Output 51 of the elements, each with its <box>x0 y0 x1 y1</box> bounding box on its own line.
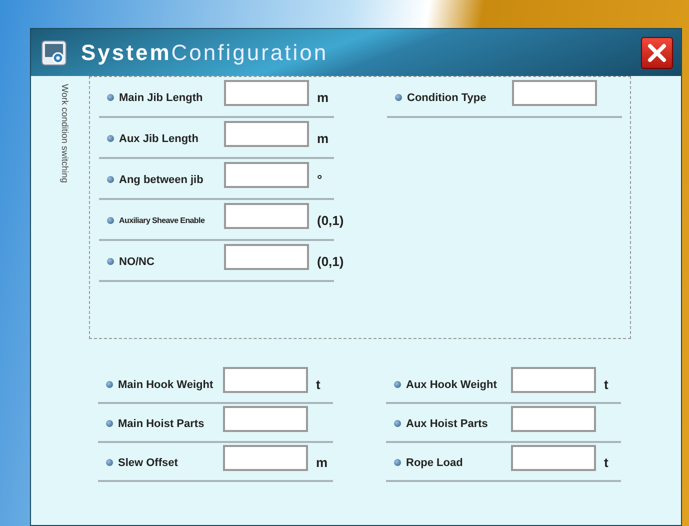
input-field[interactable] <box>224 162 309 188</box>
unit-label: (0,1) <box>317 254 344 269</box>
input-field[interactable] <box>224 120 309 146</box>
field-label: Aux Hook Weight <box>406 378 498 390</box>
close-icon[interactable] <box>646 42 668 64</box>
field-label: Slew Offset <box>118 456 179 468</box>
bullet-icon <box>394 420 401 427</box>
bullet-icon <box>107 94 114 101</box>
input-field[interactable] <box>511 406 596 432</box>
field-label: Main Hoist Parts <box>118 418 206 430</box>
unit-label: ° <box>317 172 322 187</box>
field-label: Condition Type <box>407 92 488 104</box>
group-label: Work condition switching <box>60 84 70 183</box>
bullet-icon <box>107 176 114 183</box>
field-label: Ang between jib <box>119 174 204 186</box>
field-label: Aux Hoist Parts <box>406 418 489 430</box>
close-button[interactable] <box>641 36 673 68</box>
input-field[interactable] <box>224 244 309 270</box>
input-field[interactable] <box>223 406 308 432</box>
bullet-icon <box>395 94 402 101</box>
window-title: Configuration <box>171 40 328 66</box>
unit-label: m <box>317 90 329 105</box>
input-field[interactable] <box>224 202 309 228</box>
input-field[interactable] <box>224 80 309 106</box>
field-label: NO/NC <box>119 256 156 268</box>
window-title: System <box>81 40 172 66</box>
field-label: Main Jib Length <box>119 92 204 104</box>
unit-label: (0,1) <box>317 213 344 228</box>
input-field[interactable] <box>223 366 308 392</box>
field-label: Aux Jib Length <box>119 132 200 144</box>
field-label: Rope Load <box>406 456 464 468</box>
field-label: Main Hook Weight <box>118 378 214 390</box>
unit-label: t <box>316 377 320 392</box>
input-field[interactable] <box>512 80 597 106</box>
input-field[interactable] <box>511 366 596 392</box>
unit-label: t <box>604 455 608 470</box>
bullet-icon <box>106 420 113 427</box>
monitor-gear-icon <box>41 40 67 66</box>
bullet-icon <box>106 381 113 388</box>
bullet-icon <box>394 459 401 466</box>
bullet-icon <box>394 381 401 388</box>
bullet-icon <box>107 258 114 265</box>
field-label: Auxiliary Sheave Enable <box>119 216 206 225</box>
unit-label: m <box>316 455 328 470</box>
input-field[interactable] <box>511 444 596 470</box>
bullet-icon <box>106 459 113 466</box>
unit-label: m <box>317 131 329 146</box>
bullet-icon <box>107 135 114 142</box>
input-field[interactable] <box>223 444 308 470</box>
unit-label: t <box>604 377 608 392</box>
bullet-icon <box>107 217 114 224</box>
